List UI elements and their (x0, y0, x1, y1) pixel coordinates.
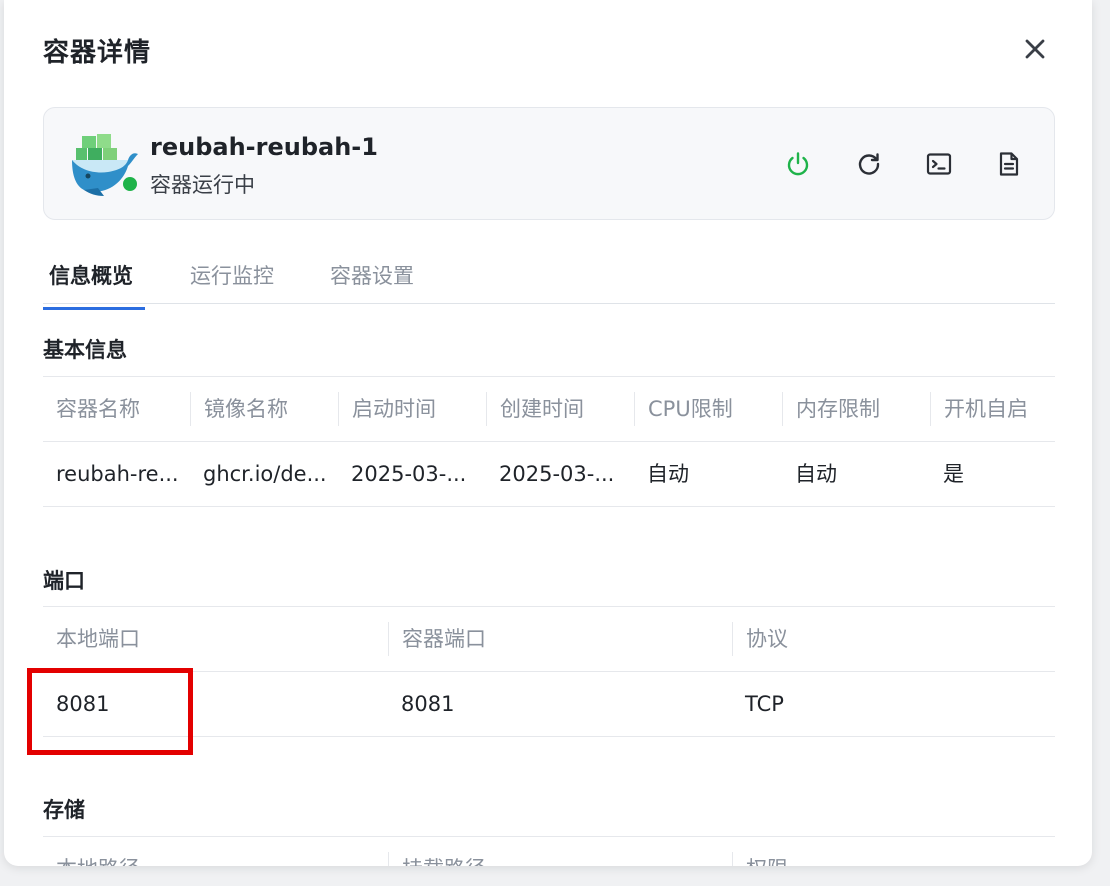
cell-memory-limit: 自动 (795, 462, 837, 486)
highlight-annotation-box (27, 668, 193, 755)
table-row: 8081 8081 TCP (43, 672, 1055, 737)
container-name: reubah-reubah-1 (150, 133, 378, 161)
column-header: 本地路径 (43, 837, 140, 866)
tab-overview[interactable]: 信息概览 (43, 260, 145, 310)
cell-created-time: 2025-03-... (499, 462, 615, 486)
table-header: 容器名称 镜像名称 启动时间 创建时间 CPU限制 内存限制 开机自启 (43, 376, 1055, 442)
cell-container-port: 8081 (401, 692, 455, 716)
ports-table: 本地端口 容器端口 协议 8081 8081 TCP (43, 606, 1055, 737)
column-header: CPU限制 (634, 392, 733, 426)
column-header: 内存限制 (782, 392, 880, 426)
table-row: reubah-re... ghcr.io/de... 2025-03-... 2… (43, 442, 1055, 507)
cell-cpu-limit: 自动 (647, 462, 689, 486)
tab-settings[interactable]: 容器设置 (330, 260, 414, 304)
running-status-dot (120, 174, 140, 194)
cell-protocol: TCP (745, 692, 784, 716)
storage-title: 存储 (43, 798, 85, 822)
cell-container-name: reubah-re... (56, 462, 179, 486)
close-icon[interactable] (1022, 36, 1048, 62)
column-header: 容器名称 (56, 397, 140, 421)
active-tab-indicator (43, 307, 145, 310)
column-header: 权限 (732, 852, 788, 866)
tab-monitoring[interactable]: 运行监控 (190, 260, 274, 304)
column-header: 启动时间 (338, 392, 436, 426)
column-header: 容器端口 (388, 622, 486, 656)
column-header: 镜像名称 (190, 392, 288, 426)
detail-tabs: 信息概览 运行监控 容器设置 (43, 252, 1055, 310)
column-header: 本地端口 (56, 627, 140, 651)
column-header: 开机自启 (930, 392, 1028, 426)
basic-info-title: 基本信息 (43, 338, 127, 362)
tab-monitoring-label: 运行监控 (190, 264, 274, 288)
basic-info-table: 容器名称 镜像名称 启动时间 创建时间 CPU限制 内存限制 开机自启 reub… (43, 376, 1055, 507)
log-file-icon[interactable] (995, 150, 1023, 178)
table-header: 本地端口 容器端口 协议 (43, 606, 1055, 672)
tab-overview-label: 信息概览 (49, 264, 133, 288)
cell-image-name: ghcr.io/de... (203, 462, 327, 486)
tab-settings-label: 容器设置 (330, 264, 414, 288)
cell-start-time: 2025-03-... (351, 462, 467, 486)
terminal-icon[interactable] (925, 150, 953, 178)
container-summary-card: reubah-reubah-1 容器运行中 (43, 107, 1055, 220)
power-icon[interactable] (784, 150, 812, 178)
storage-table: 本地路径 挂载路径 权限 (43, 836, 1055, 866)
column-header: 挂载路径 (388, 852, 486, 866)
cell-autostart: 是 (943, 462, 964, 486)
column-header: 创建时间 (486, 392, 584, 426)
table-header: 本地路径 挂载路径 权限 (43, 836, 1055, 866)
ports-title: 端口 (43, 569, 85, 593)
container-status-text: 容器运行中 (150, 173, 255, 197)
column-header: 协议 (732, 622, 788, 656)
modal-title: 容器详情 (43, 38, 152, 68)
restart-icon[interactable] (855, 150, 883, 178)
